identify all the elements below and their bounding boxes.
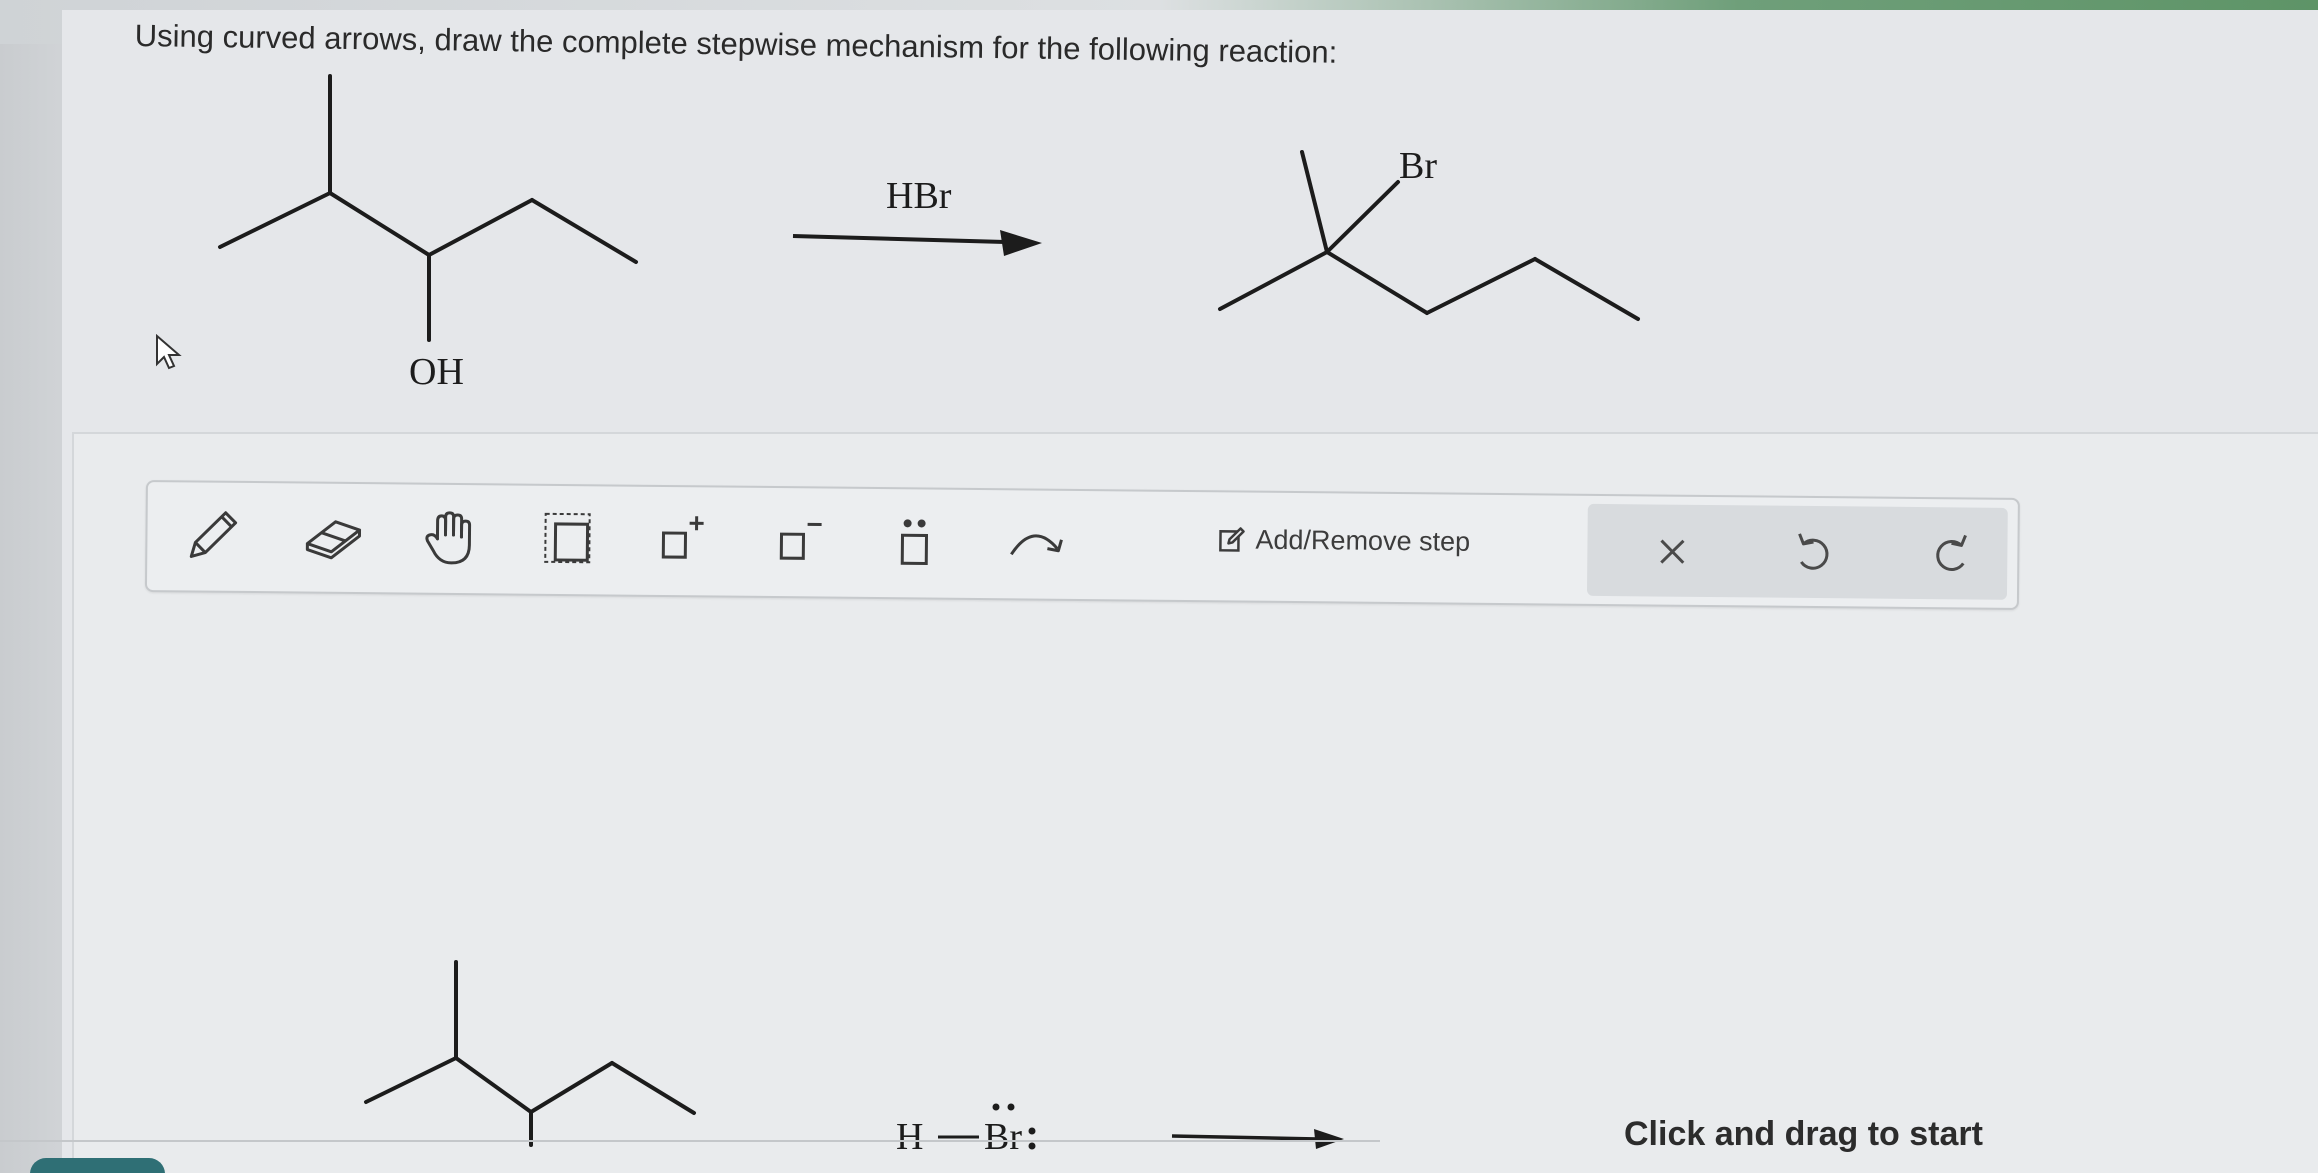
screen: Using curved arrows, draw the complete s… [0, 0, 2318, 1173]
canvas-reaction-arrow [1171, 1129, 1344, 1149]
bottom-tab[interactable] [30, 1158, 165, 1173]
canvas-bottom-edge [0, 1140, 1380, 1142]
canvas-hint: Click and drag to start [1624, 1115, 1983, 1153]
